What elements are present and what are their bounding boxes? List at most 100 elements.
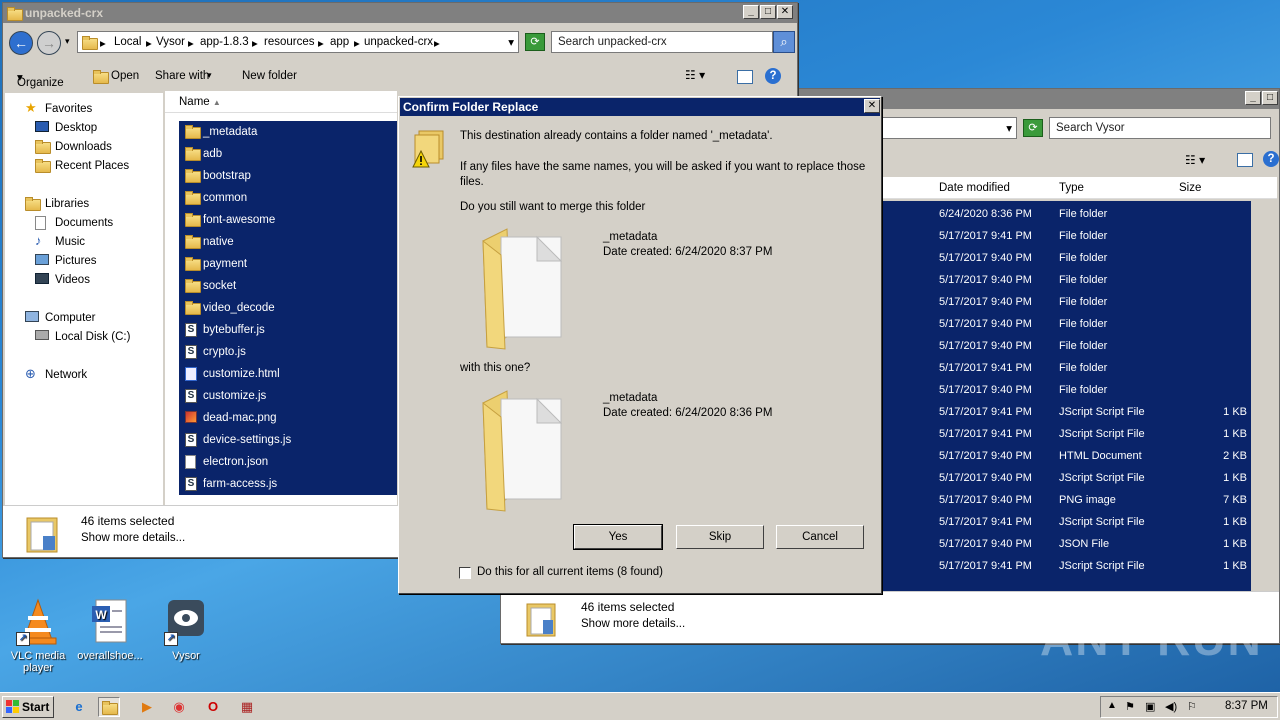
file-row[interactable]: electron.json <box>179 451 397 473</box>
apply-all-checkbox[interactable] <box>459 567 471 579</box>
flag-icon[interactable]: ⚐ <box>1187 700 1197 713</box>
address-bar[interactable]: ▾ <box>881 117 1017 139</box>
help-icon[interactable]: ? <box>765 68 781 84</box>
file-row[interactable]: native <box>179 231 397 253</box>
breadcrumb-resources[interactable]: resources <box>264 36 315 48</box>
desktop-icon-vlc[interactable]: ↗ VLC media player <box>0 596 76 674</box>
script-file-icon: S <box>185 433 197 447</box>
table-row[interactable]: 5/17/2017 9:41 PM JScript Script File 1 KB <box>881 511 1251 533</box>
address-dropdown-icon[interactable]: ▾ <box>508 35 514 49</box>
minimize-button[interactable]: _ <box>1245 91 1261 105</box>
refresh-icon[interactable]: ⟳ <box>525 33 545 51</box>
file-row[interactable]: Sdevice-settings.js <box>179 429 397 451</box>
media-player-icon[interactable]: ▶ <box>136 697 158 717</box>
opera-icon[interactable]: O <box>202 697 224 717</box>
apply-all-label[interactable]: Do this for all current items (8 found) <box>477 566 663 578</box>
table-row[interactable]: 5/17/2017 9:40 PM HTML Document 2 KB <box>881 445 1251 467</box>
back-button[interactable]: ← <box>9 31 33 55</box>
dialog-titlebar[interactable]: Confirm Folder Replace ✕ <box>400 98 880 116</box>
volume-icon[interactable]: ◀) <box>1165 700 1177 713</box>
column-date-modified[interactable]: Date modified <box>939 182 1010 194</box>
show-more-details-link[interactable]: Show more details... <box>581 618 685 630</box>
recent-pages-icon[interactable]: ▾ <box>65 36 70 47</box>
table-row[interactable]: 5/17/2017 9:40 PM File folder <box>881 291 1251 313</box>
breadcrumb-local[interactable]: Local <box>114 36 142 48</box>
preview-pane-icon[interactable] <box>737 70 753 84</box>
column-type[interactable]: Type <box>1059 182 1084 194</box>
clock[interactable]: 8:37 PM <box>1225 700 1268 712</box>
file-row[interactable]: font-awesome <box>179 209 397 231</box>
search-input[interactable]: Search Vysor <box>1049 117 1271 139</box>
file-row[interactable]: _metadata <box>179 121 397 143</box>
show-more-details-link[interactable]: Show more details... <box>81 532 185 544</box>
help-icon[interactable]: ? <box>1263 151 1279 167</box>
file-row[interactable]: Sbytebuffer.js <box>179 319 397 341</box>
close-button[interactable]: ✕ <box>864 99 880 113</box>
yes-button[interactable]: Yes <box>573 524 663 550</box>
cancel-button[interactable]: Cancel <box>776 525 864 549</box>
table-row[interactable]: 5/17/2017 9:40 PM File folder <box>881 269 1251 291</box>
column-size[interactable]: Size <box>1179 182 1201 194</box>
table-row[interactable]: 5/17/2017 9:40 PM PNG image 7 KB <box>881 489 1251 511</box>
address-bar[interactable]: ▸ Local ▸ Vysor ▸ app-1.8.3 ▸ resources … <box>77 31 519 53</box>
file-row[interactable]: socket <box>179 275 397 297</box>
file-row[interactable]: dead-mac.png <box>179 407 397 429</box>
search-input[interactable]: Search unpacked-crx <box>551 31 773 53</box>
view-options-icon[interactable]: ☷ ▾ <box>1185 153 1205 167</box>
network-tray-icon[interactable]: ▣ <box>1145 700 1155 713</box>
maximize-button[interactable]: □ <box>1262 91 1278 105</box>
maximize-button[interactable]: □ <box>760 5 776 19</box>
window-titlebar[interactable]: unpacked-crx _ □ ✕ <box>3 3 797 23</box>
file-row[interactable]: customize.html <box>179 363 397 385</box>
dropdown-icon[interactable]: ▾ <box>1006 121 1012 135</box>
table-row[interactable]: 5/17/2017 9:41 PM JScript Script File 1 KB <box>881 555 1251 577</box>
forward-button[interactable]: → <box>37 31 61 55</box>
internet-explorer-icon[interactable]: e <box>68 697 90 717</box>
cell-type: PNG image <box>1059 494 1116 506</box>
table-row[interactable]: 5/17/2017 9:40 PM File folder <box>881 379 1251 401</box>
table-row[interactable]: 5/17/2017 9:41 PM File folder <box>881 357 1251 379</box>
share-with-button[interactable]: Share with <box>155 70 209 82</box>
table-row[interactable]: 6/24/2020 8:36 PM File folder <box>881 203 1251 225</box>
breadcrumb-app-version[interactable]: app-1.8.3 <box>200 36 249 48</box>
desktop-icon-vysor[interactable]: ↗ Vysor <box>148 596 224 662</box>
skip-button[interactable]: Skip <box>676 525 764 549</box>
chrome-icon[interactable]: ◉ <box>168 697 190 717</box>
table-row[interactable]: 5/17/2017 9:41 PM File folder <box>881 225 1251 247</box>
table-row[interactable]: 5/17/2017 9:40 PM File folder <box>881 247 1251 269</box>
show-hidden-icons-icon[interactable]: ▲ <box>1107 700 1117 711</box>
action-center-icon[interactable]: ⚑ <box>1125 700 1135 713</box>
explorer-taskbar-button[interactable] <box>98 697 120 717</box>
table-row[interactable]: 5/17/2017 9:40 PM File folder <box>881 313 1251 335</box>
file-row[interactable]: Sfarm-access.js <box>179 473 397 495</box>
table-row[interactable]: 5/17/2017 9:40 PM JSON File 1 KB <box>881 533 1251 555</box>
search-icon[interactable]: ⌕ <box>773 31 795 53</box>
start-button[interactable]: Start <box>2 696 54 718</box>
table-row[interactable]: 5/17/2017 9:41 PM JScript Script File 1 KB <box>881 423 1251 445</box>
file-row[interactable]: adb <box>179 143 397 165</box>
column-name[interactable]: Name ▲ <box>179 96 221 108</box>
share-dropdown-icon[interactable]: ▾ <box>207 70 212 81</box>
table-row[interactable]: 5/17/2017 9:41 PM JScript Script File 1 KB <box>881 401 1251 423</box>
breadcrumb-app[interactable]: app <box>330 36 349 48</box>
new-folder-button[interactable]: New folder <box>242 70 297 82</box>
close-button[interactable]: ✕ <box>777 5 793 19</box>
desktop-icon-document[interactable]: W overallshoe... <box>72 596 148 662</box>
file-row[interactable]: payment <box>179 253 397 275</box>
breadcrumb-unpacked-crx[interactable]: unpacked-crx <box>364 36 433 48</box>
breadcrumb-vysor[interactable]: Vysor <box>156 36 185 48</box>
table-row[interactable]: 5/17/2017 9:40 PM File folder <box>881 335 1251 357</box>
refresh-icon[interactable]: ⟳ <box>1023 119 1043 137</box>
file-row[interactable]: bootstrap <box>179 165 397 187</box>
preview-pane-icon[interactable] <box>1237 153 1253 167</box>
winrar-icon[interactable]: ▦ <box>236 697 258 717</box>
file-row[interactable]: video_decode <box>179 297 397 319</box>
table-row[interactable]: 5/17/2017 9:40 PM JScript Script File 1 KB <box>881 467 1251 489</box>
minimize-button[interactable]: _ <box>743 5 759 19</box>
file-row[interactable]: Scustomize.js <box>179 385 397 407</box>
file-row[interactable]: Scrypto.js <box>179 341 397 363</box>
open-button[interactable]: Open <box>111 70 139 82</box>
view-options-icon[interactable]: ☷ ▾ <box>685 68 705 82</box>
organize-button[interactable]: Organize ▾ <box>17 70 64 89</box>
file-row[interactable]: common <box>179 187 397 209</box>
